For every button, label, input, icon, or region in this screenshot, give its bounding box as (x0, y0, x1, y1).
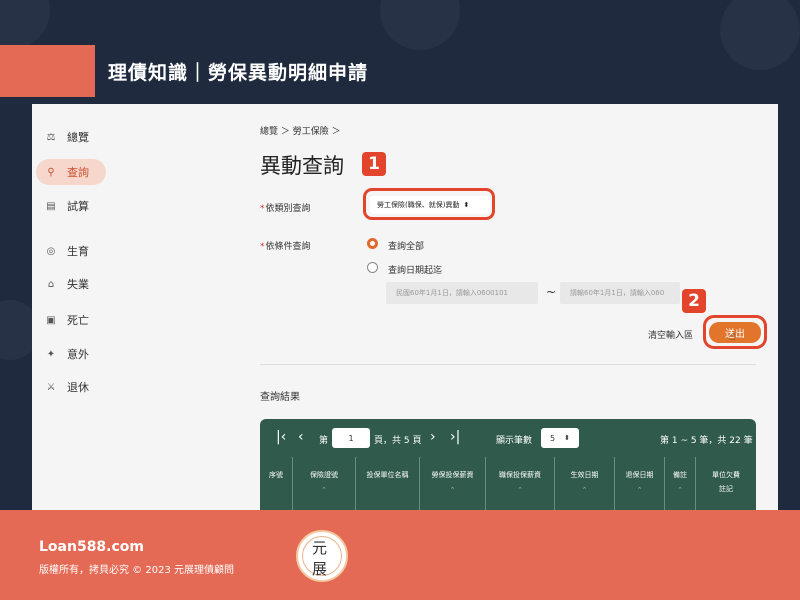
column-header[interactable]: 勞保投保薪資 ⌃ (420, 457, 486, 510)
pointer-cursor-icon: ☝ (729, 330, 736, 343)
first-page-icon[interactable]: |‹ (276, 430, 286, 444)
sidebar-item-overview[interactable]: ⚖ 總覽 (36, 124, 106, 150)
main-content: 總覽 ＞ 勞工保險 ＞ 異動查詢 1 *依類別查詢 勞工保險(職保、就保)異動 ⬍… (112, 104, 778, 510)
page-title: 異動查詢 (260, 154, 344, 178)
page-number-input[interactable]: 1 (332, 428, 370, 448)
column-header[interactable]: 備註 ⌃ (665, 457, 696, 510)
column-header[interactable]: 投保單位名稱 (356, 457, 420, 510)
decor-circle (380, 0, 460, 50)
sidebar: ⚖ 總覽 ⚲ 查詢 ▤ 試算 ◎ 生育 ⌂ 失業 ▣ 死亡 ✦ 意外 ⚔ 退休 (32, 104, 112, 510)
sidebar-item-maternity[interactable]: ◎ 生育 (36, 238, 106, 264)
column-header[interactable]: 生效日期 ⌃ (555, 457, 615, 510)
sidebar-item-label: 試算 (67, 200, 89, 213)
category-select[interactable]: 勞工保險(職保、就保)異動 ⬍ (370, 196, 490, 214)
certificate-icon: ▣ (46, 314, 56, 326)
radio-query-all[interactable] (367, 238, 378, 249)
sidebar-item-label: 查詢 (67, 166, 89, 179)
sidebar-item-label: 總覽 (67, 131, 89, 144)
accident-icon: ✦ (46, 348, 56, 360)
end-date-input[interactable]: 請輸60年1月1日，請輸入060 (560, 282, 680, 304)
sidebar-item-death[interactable]: ▣ 死亡 (36, 307, 106, 333)
sort-icon[interactable]: ⌃ (677, 483, 683, 497)
sort-icon[interactable]: ⌃ (582, 483, 588, 497)
start-date-input[interactable]: 民國60年1月1日，請輸入0600101 (386, 282, 538, 304)
app-window: ⚖ 總覽 ⚲ 查詢 ▤ 試算 ◎ 生育 ⌂ 失業 ▣ 死亡 ✦ 意外 ⚔ 退休 (32, 104, 778, 510)
calculator-icon: ▤ (46, 200, 56, 212)
page-count-label: 頁，共 5 頁 (374, 436, 422, 446)
column-header[interactable]: 保險證號 ⌃ (293, 457, 356, 510)
rows-per-page-select[interactable]: 5 ⬍ (541, 428, 579, 448)
search-icon: ⚲ (47, 166, 55, 178)
column-header[interactable]: 單位欠費註記 (696, 457, 756, 510)
sidebar-item-retirement[interactable]: ⚔ 退休 (36, 374, 106, 400)
sort-icon[interactable]: ⌃ (637, 483, 643, 497)
sidebar-item-label: 生育 (67, 245, 89, 258)
home-icon: ⌂ (47, 278, 55, 290)
retire-icon: ⚔ (46, 381, 56, 393)
annotation-badge-2: 2 (682, 289, 706, 313)
footer-copyright: 版權所有，拷貝必究 © 2023 元展理債顧問 (39, 565, 234, 576)
radio-query-date-label[interactable]: 查詢日期起迄 (388, 263, 442, 276)
page-prefix-label: 第 (319, 436, 329, 446)
updown-icon: ⬍ (564, 434, 570, 442)
column-header[interactable]: 職保投保薪資 ⌃ (486, 457, 555, 510)
annotation-badge-1: 1 (362, 152, 386, 176)
clear-inputs-link[interactable]: 清空輸入區 (648, 328, 693, 341)
results-table-header: 序號 保險證號 ⌃ 投保單位名稱 勞保投保薪資 ⌃ 職保投保薪資 ⌃ 生效日期 ⌃ 退保… (260, 457, 756, 510)
footer (0, 510, 800, 600)
condition-field-label: *依條件查詢 (260, 242, 311, 252)
column-header[interactable]: 退保日期 ⌃ (615, 457, 665, 510)
sidebar-item-query[interactable]: ⚲ 查詢 (36, 159, 106, 185)
footer-site-name[interactable]: Loan588.com (39, 539, 144, 555)
record-summary: 第 1 ~ 5 筆，共 22 筆 (660, 436, 753, 446)
results-title: 查詢結果 (260, 392, 300, 403)
sidebar-item-accident[interactable]: ✦ 意外 (36, 341, 106, 367)
decor-circle (0, 0, 50, 50)
brand-logo: 元 展 (296, 530, 348, 582)
column-header[interactable]: 序號 (260, 457, 293, 510)
updown-icon: ⬍ (463, 201, 470, 209)
scale-icon: ⚖ (46, 131, 56, 143)
decor-circle (720, 0, 800, 70)
sidebar-item-label: 退休 (67, 381, 89, 394)
last-page-icon[interactable]: ›| (450, 430, 460, 444)
page-header-title: 理債知識｜勞保異動明細申請 (108, 62, 369, 84)
sidebar-item-calculate[interactable]: ▤ 試算 (36, 193, 106, 219)
radio-query-date[interactable] (367, 262, 378, 273)
sort-icon[interactable]: ⌃ (321, 483, 327, 497)
date-range-separator: ~ (546, 285, 557, 299)
pagination-bar: |‹ ‹ 第 1 頁，共 5 頁 › ›| 顯示筆數 5 ⬍ 第 1 ~ 5 筆，… (260, 419, 756, 457)
rows-per-page-label: 顯示筆數 (496, 436, 533, 446)
sidebar-item-label: 失業 (67, 278, 89, 291)
sort-icon[interactable]: ⌃ (517, 483, 523, 497)
next-page-icon[interactable]: › (430, 430, 436, 444)
sidebar-item-label: 意外 (67, 348, 89, 361)
logo-text-top: 元 (312, 539, 328, 557)
radio-query-all-label[interactable]: 查詢全部 (388, 239, 424, 252)
sort-icon[interactable]: ⌃ (450, 483, 456, 497)
sidebar-item-unemployment[interactable]: ⌂ 失業 (36, 271, 106, 297)
section-divider (260, 364, 756, 365)
prev-page-icon[interactable]: ‹ (298, 430, 304, 444)
header-accent-band (0, 45, 95, 97)
sidebar-item-label: 死亡 (67, 314, 89, 327)
breadcrumb[interactable]: 總覽 ＞ 勞工保險 ＞ (260, 124, 341, 137)
baby-icon: ◎ (46, 245, 56, 257)
category-field-label: *依類別查詢 (260, 204, 311, 214)
logo-text-bottom: 展 (312, 560, 328, 578)
